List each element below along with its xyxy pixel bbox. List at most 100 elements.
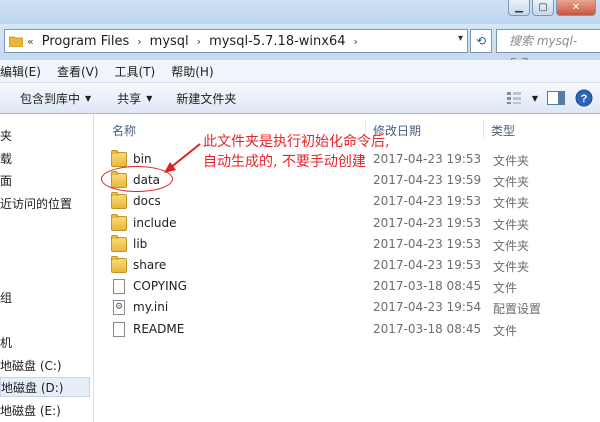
nav-item-recent-places[interactable]: 近访问的位置 (0, 194, 72, 214)
close-icon: ✕ (571, 2, 581, 13)
view-options-icon (506, 92, 521, 104)
new-folder-label: 新建文件夹 (176, 91, 237, 106)
file-name: share (133, 258, 167, 272)
column-header-type[interactable]: 类型 (491, 122, 515, 139)
nav-item-favorites[interactable]: 夹 (0, 126, 12, 146)
command-bar: 包含到库中 ▼ 共享 ▼ 新建文件夹 ▼ ? (0, 83, 600, 114)
menu-view[interactable]: 查看(V) (49, 63, 107, 80)
address-row: « Program Files › mysql › mysql-5.7.18-w… (0, 24, 600, 70)
file-modified-date: 2017-04-23 19:59 (373, 173, 482, 188)
file-name: bin (133, 152, 152, 166)
annotation-arrow-icon (164, 143, 201, 173)
window-controls: ▁ ▢ ✕ (508, 0, 596, 16)
file-name: docs (133, 194, 161, 209)
share-button[interactable]: 共享 ▼ (101, 90, 162, 107)
breadcrumb-separator[interactable]: › (350, 35, 362, 48)
overflow-chevron[interactable]: « (23, 35, 38, 48)
annotation-line-2: 自动生成的, 不要手动创建 (203, 154, 366, 170)
nav-item-computer[interactable]: 机 (0, 333, 12, 353)
view-options-button[interactable] (504, 88, 524, 108)
column-header-name[interactable]: 名称 (112, 122, 136, 139)
address-bar[interactable]: « Program Files › mysql › mysql-5.7.18-w… (4, 29, 468, 53)
close-button[interactable]: ✕ (556, 0, 596, 16)
nav-item-drive-c[interactable]: 地磁盘 (C:) (0, 356, 62, 376)
help-icon: ? (575, 89, 593, 107)
menu-bar: 编辑(E) 查看(V) 工具(T) 帮助(H) (0, 60, 600, 83)
new-folder-button[interactable]: 新建文件夹 (162, 90, 246, 107)
nav-item-desktop[interactable]: 面 (0, 171, 12, 191)
svg-text:?: ? (581, 93, 588, 105)
folder-tab (111, 213, 118, 218)
view-dropdown-icon[interactable]: ▼ (532, 94, 538, 103)
file-name: COPYING (133, 279, 187, 294)
search-input[interactable]: 搜索 mysql-5.7... (496, 29, 600, 70)
minimize-button[interactable]: ▁ (508, 0, 530, 16)
refresh-icon: ⟲ (475, 34, 487, 48)
file-name: lib (133, 236, 148, 251)
file-modified-date: 2017-04-23 19:54 (373, 300, 482, 315)
nav-item-homegroup[interactable]: 组 (0, 288, 12, 308)
menu-tools[interactable]: 工具(T) (107, 63, 164, 80)
breadcrumb-program-files[interactable]: Program Files (38, 34, 134, 49)
share-label: 共享 (117, 91, 142, 106)
maximize-button[interactable]: ▢ (532, 0, 554, 16)
nav-item-downloads[interactable]: 载 (0, 149, 12, 169)
breadcrumb-mysql-version[interactable]: mysql-5.7.18-winx64 (205, 34, 349, 49)
file-row[interactable]: include 2017-04-23 19:53 文件夹 (105, 213, 595, 234)
folder-icon (111, 150, 127, 167)
folder-icon (111, 234, 127, 252)
annotation-text: 此文件夹是执行初始化命令后, 自动生成的, 不要手动创建 (203, 132, 389, 172)
refresh-button[interactable]: ⟲ (470, 29, 492, 53)
file-row[interactable]: COPYING 2017-03-18 08:45 文件 (105, 276, 595, 297)
file-row[interactable]: my.ini 2017-04-23 19:54 配置设置 (105, 297, 595, 318)
file-type: 文件夹 (493, 260, 530, 274)
column-divider[interactable] (483, 120, 484, 138)
breadcrumb-mysql[interactable]: mysql (146, 34, 193, 49)
preview-pane-button[interactable] (546, 88, 566, 108)
file-type: 文件夹 (493, 217, 530, 232)
file-type: 文件夹 (493, 196, 530, 211)
include-in-library-button[interactable]: 包含到库中 ▼ (0, 90, 101, 107)
breadcrumb-separator[interactable]: › (193, 35, 205, 48)
minimize-icon: ▁ (515, 2, 523, 13)
file-type: 配置设置 (493, 302, 542, 317)
address-dropdown-icon[interactable]: ▾ (458, 33, 463, 44)
file-modified-date: 2017-03-18 08:45 (373, 321, 482, 336)
folder-tab (111, 256, 118, 260)
file-type: 文件 (493, 323, 518, 338)
dropdown-arrow-icon: ▼ (85, 93, 92, 103)
toolbar-right: ▼ ? (504, 88, 594, 108)
file-name: my.ini (133, 300, 169, 315)
folder-icon (111, 256, 127, 273)
nav-item-drive-e[interactable]: 地磁盘 (E:) (0, 401, 61, 421)
dropdown-arrow-icon: ▼ (146, 93, 153, 103)
folder-tab (111, 234, 118, 239)
menu-edit[interactable]: 编辑(E) (0, 63, 49, 80)
file-icon (113, 279, 125, 295)
config-file-icon (113, 300, 125, 316)
file-modified-date: 2017-04-23 19:53 (373, 258, 482, 272)
file-row[interactable]: docs 2017-04-23 19:53 文件夹 (105, 191, 595, 212)
nav-item-drive-d[interactable]: 地磁盘 (D:) (0, 377, 90, 397)
file-type: 文件夹 (493, 238, 530, 253)
breadcrumb-separator[interactable]: › (133, 35, 145, 48)
folder-icon (111, 213, 127, 231)
file-type: 文件夹 (493, 175, 530, 190)
annotation-line-1: 此文件夹是执行初始化命令后, (203, 134, 390, 150)
file-type: 文件 (493, 281, 518, 296)
file-modified-date: 2017-03-18 08:45 (373, 279, 482, 294)
folder-icon (111, 192, 127, 210)
file-row[interactable]: share 2017-04-23 19:53 文件夹 (105, 255, 595, 276)
menu-help[interactable]: 帮助(H) (163, 63, 221, 80)
maximize-icon: ▢ (538, 2, 548, 13)
title-bar: ▁ ▢ ✕ (0, 0, 600, 24)
folder-icon (9, 36, 23, 47)
file-row[interactable]: README 2017-03-18 08:45 文件 (105, 319, 595, 340)
help-button[interactable]: ? (574, 88, 594, 108)
folder-tab (111, 150, 118, 154)
file-name: include (133, 215, 177, 230)
file-modified-date: 2017-04-23 19:53 (373, 236, 482, 251)
folder-tab (111, 192, 118, 197)
file-row[interactable]: lib 2017-04-23 19:53 文件夹 (105, 234, 595, 255)
file-icon (113, 321, 125, 337)
